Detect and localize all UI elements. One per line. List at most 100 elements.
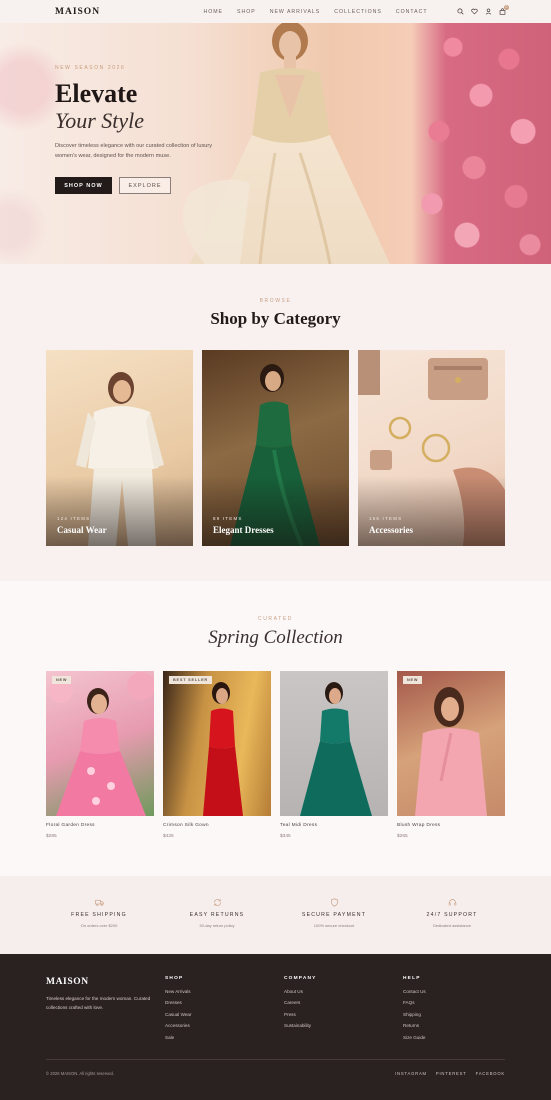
cart-icon[interactable]: 0 (499, 5, 509, 15)
footer-column-heading: SHOP (165, 976, 184, 981)
footer-divider (46, 1059, 505, 1060)
product-image[interactable]: NEW (397, 671, 505, 816)
product-name[interactable]: Blush Wrap Dress (397, 823, 505, 828)
product-image[interactable]: NEW (46, 671, 154, 816)
product-card-floral-garden-dress[interactable]: NEW Floral Garden Dress $285 (46, 671, 154, 839)
feature-subtitle: 100% secure checkout (313, 923, 355, 928)
feature-title: EASY RETURNS (189, 912, 245, 918)
product-price: $425 (163, 834, 174, 839)
product-price: $345 (280, 834, 291, 839)
site-footer: MAISON Timeless elegance for the modern … (0, 954, 551, 1100)
footer-link-dresses[interactable]: Dresses (165, 1000, 191, 1011)
category-name: Accessories (369, 525, 413, 535)
footer-link-sustainability[interactable]: Sustainability (284, 1023, 317, 1034)
footer-column-shop: SHOP New Arrivals Dresses Casual Wear Ac… (165, 976, 191, 1046)
shop-now-button[interactable]: SHOP NOW (55, 177, 112, 194)
category-card-elegant-dresses[interactable]: 89 ITEMS Elegant Dresses (202, 350, 349, 546)
footer-link-size-guide[interactable]: Size Guide (403, 1035, 426, 1046)
product-image[interactable]: BEST SELLER (163, 671, 271, 816)
nav-link-collections[interactable]: COLLECTIONS (334, 9, 382, 15)
footer-copyright: © 2026 MAISON. All rights reserved. (46, 1071, 115, 1076)
social-link-pinterest[interactable]: PINTEREST (436, 1071, 467, 1076)
nav-link-shop[interactable]: SHOP (237, 9, 256, 15)
cart-count-badge: 0 (504, 5, 509, 10)
feature-subtitle: Dedicated assistance (432, 923, 472, 928)
nav-link-home[interactable]: HOME (203, 9, 223, 15)
nav-icons: 0 (456, 5, 509, 15)
footer-link-press[interactable]: Press (284, 1012, 317, 1023)
footer-logo[interactable]: MAISON (46, 977, 89, 987)
footer-tagline: Timeless elegance for the modern woman. … (46, 996, 151, 1010)
footer-link-sale[interactable]: Sale (165, 1035, 191, 1046)
footer-column-company: COMPANY About Us Careers Press Sustainab… (284, 976, 317, 1035)
feature-title: SECURE PAYMENT (301, 912, 367, 918)
footer-column-heading: HELP (403, 976, 421, 981)
footer-link-faqs[interactable]: FAQs (403, 1000, 426, 1011)
refresh-icon (213, 899, 221, 906)
explore-button[interactable]: EXPLORE (119, 177, 171, 194)
category-title: Shop by Category (210, 309, 341, 328)
brand-logo[interactable]: MAISON (55, 7, 175, 17)
hero-title-line1: Elevate (55, 79, 138, 108)
social-link-instagram[interactable]: INSTAGRAM (395, 1071, 427, 1076)
feature-support: 24/7 SUPPORT Dedicated assistance (397, 898, 507, 928)
footer-link-new-arrivals[interactable]: New Arrivals (165, 989, 191, 1000)
spring-eyebrow: CURATED (258, 616, 293, 622)
product-name[interactable]: Crimson Silk Gown (163, 823, 271, 828)
feature-easy-returns: EASY RETURNS 30-day return policy (162, 898, 272, 928)
hero-description: Discover timeless elegance with our cura… (55, 143, 213, 159)
category-name: Elegant Dresses (213, 525, 274, 535)
footer-link-accessories[interactable]: Accessories (165, 1023, 191, 1034)
truck-icon (94, 899, 104, 906)
hero-roses-right-image (411, 23, 551, 264)
feature-subtitle: On orders over $200 (80, 923, 118, 928)
social-link-facebook[interactable]: FACEBOOK (476, 1071, 505, 1076)
hero-buttons: SHOP NOW EXPLORE (55, 177, 255, 194)
badge-new: NEW (52, 676, 72, 684)
features-bar: FREE SHIPPING On orders over $200 EASY R… (0, 876, 551, 954)
footer-link-contact-us[interactable]: Contact Us (403, 989, 426, 1000)
product-image[interactable] (280, 671, 388, 816)
top-navigation: MAISON HOME SHOP NEW ARRIVALS COLLECTION… (0, 0, 551, 23)
user-icon[interactable] (485, 8, 492, 15)
footer-column-help: HELP Contact Us FAQs Shipping Returns Si… (403, 976, 426, 1046)
footer-link-about-us[interactable]: About Us (284, 989, 317, 1000)
product-name[interactable]: Floral Garden Dress (46, 823, 154, 828)
footer-column-heading: COMPANY (284, 976, 317, 981)
nav-link-contact[interactable]: CONTACT (396, 9, 428, 15)
product-price: $285 (46, 834, 57, 839)
category-count: 89 ITEMS (213, 516, 243, 521)
footer-link-shipping[interactable]: Shipping (403, 1012, 426, 1023)
nav-link-new-arrivals[interactable]: NEW ARRIVALS (270, 9, 321, 15)
badge-best-seller: BEST SELLER (169, 676, 212, 684)
heart-icon[interactable] (471, 8, 478, 15)
shield-icon (330, 898, 338, 907)
feature-title: 24/7 SUPPORT (426, 912, 478, 918)
feature-subtitle: 30-day return policy (199, 923, 235, 928)
hero-banner: NEW SEASON 2026 Elevate Your Style Disco… (0, 23, 551, 264)
category-count: 124 ITEMS (57, 516, 91, 521)
product-price: $265 (397, 834, 408, 839)
product-name[interactable]: Teal Midi Dress (280, 823, 388, 828)
category-name: Casual Wear (57, 525, 107, 535)
category-eyebrow: BROWSE (259, 298, 292, 304)
hero-content: NEW SEASON 2026 Elevate Your Style Disco… (55, 65, 255, 194)
category-card-casual-wear[interactable]: 124 ITEMS Casual Wear (46, 350, 193, 546)
nav-links: HOME SHOP NEW ARRIVALS COLLECTIONS CONTA… (175, 9, 456, 15)
category-card-accessories[interactable]: 156 ITEMS Accessories (358, 350, 505, 546)
search-icon[interactable] (457, 8, 464, 15)
feature-free-shipping: FREE SHIPPING On orders over $200 (44, 898, 154, 928)
hero-title-line2: Your Style (55, 108, 145, 133)
product-card-crimson-silk-gown[interactable]: BEST SELLER Crimson Silk Gown $425 (163, 671, 271, 839)
feature-secure-payment: SECURE PAYMENT 100% secure checkout (279, 898, 389, 928)
footer-social-links: INSTAGRAM PINTEREST FACEBOOK (395, 1071, 505, 1076)
footer-link-casual-wear[interactable]: Casual Wear (165, 1012, 191, 1023)
feature-title: FREE SHIPPING (71, 912, 127, 918)
product-card-teal-midi-dress[interactable]: Teal Midi Dress $345 (280, 671, 388, 839)
footer-link-careers[interactable]: Careers (284, 1000, 317, 1011)
category-count: 156 ITEMS (369, 516, 403, 521)
product-card-blush-wrap-dress[interactable]: NEW Blush Wrap Dress $265 (397, 671, 505, 839)
headset-icon (448, 899, 456, 906)
badge-new: NEW (403, 676, 423, 684)
footer-link-returns[interactable]: Returns (403, 1023, 426, 1034)
